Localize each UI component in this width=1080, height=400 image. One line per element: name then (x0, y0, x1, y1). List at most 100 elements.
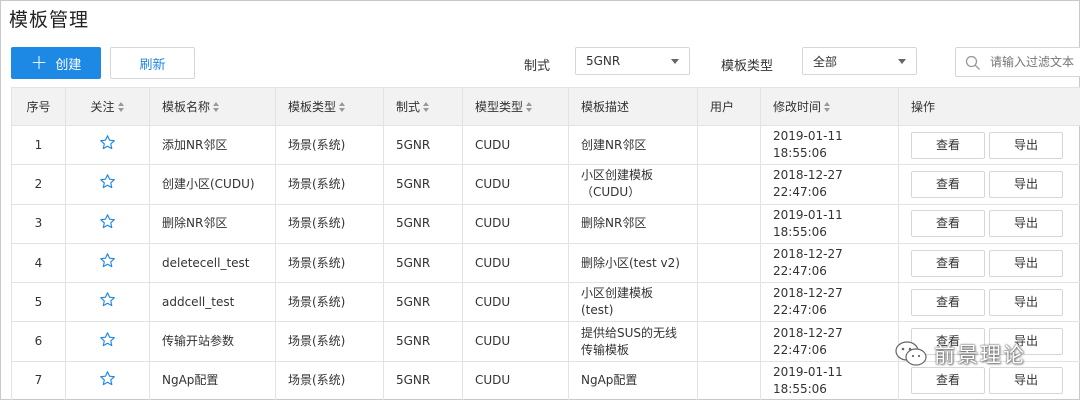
cell-description: NgAp配置 (568, 360, 698, 400)
cell-user (697, 282, 761, 323)
cell-model-type: CUDU (462, 124, 569, 166)
cell-modified: 2019-01-11 18:55:06 (760, 124, 899, 166)
cell-template-type: 场景(系统) (275, 164, 384, 205)
cell-name: NgAp配置 (149, 360, 276, 400)
page-title: 模板管理 (9, 9, 90, 31)
col-header-modified[interactable]: 修改时间 (760, 87, 899, 126)
cell-actions: 查看 导出 (898, 282, 1080, 323)
star-outline-icon[interactable] (99, 134, 116, 151)
cell-follow (65, 203, 150, 244)
table-row: 6 传输开站参数 场景(系统) 5GNR CUDU 提供给SUS的无线 传输模板 2018-… (11, 321, 1080, 362)
cell-actions: 查看 导出 (898, 242, 1080, 284)
export-button[interactable]: 导出 (989, 210, 1063, 238)
table-row: 1 添加NR邻区 场景(系统) 5GNR CUDU 创建NR邻区 2019-01-11 18… (11, 124, 1080, 166)
cell-actions: 查看 导出 (898, 203, 1080, 244)
cell-actions: 查看 导出 (898, 360, 1080, 400)
refresh-button-label: 刷新 (139, 57, 166, 73)
cell-name: deletecell_test (149, 242, 276, 284)
cell-index: 7 (11, 360, 66, 400)
cell-follow (65, 124, 150, 166)
templates-table-container: 序号 关注 模板名称 模板类型 制式 模型类型 模板描述 用户 修改时间 操作 … (11, 87, 1080, 400)
star-outline-icon[interactable] (99, 173, 116, 190)
cell-modified: 2018-12-27 22:47:06 (760, 282, 899, 323)
col-header-format[interactable]: 制式 (383, 87, 463, 126)
view-button[interactable]: 查看 (911, 367, 985, 395)
view-button[interactable]: 查看 (911, 328, 985, 356)
export-button[interactable]: 导出 (989, 170, 1063, 198)
export-button[interactable]: 导出 (989, 288, 1063, 316)
cell-index: 6 (11, 321, 66, 362)
sort-icon[interactable] (526, 101, 533, 112)
star-outline-icon[interactable] (99, 331, 116, 348)
cell-index: 1 (11, 124, 66, 166)
table-row: 5 addcell_test 场景(系统) 5GNR CUDU 小区创建模板 (test)… (11, 282, 1080, 323)
cell-description: 提供给SUS的无线 传输模板 (568, 321, 698, 362)
table-row: 2 创建小区(CUDU) 场景(系统) 5GNR CUDU 小区创建模板 （CUDU） 20… (11, 164, 1080, 205)
sort-icon[interactable] (423, 101, 430, 112)
export-button[interactable]: 导出 (989, 367, 1063, 395)
cell-user (697, 124, 761, 166)
col-header-user: 用户 (697, 87, 761, 126)
cell-format: 5GNR (383, 124, 463, 166)
cell-format: 5GNR (383, 203, 463, 244)
cell-format: 5GNR (383, 321, 463, 362)
star-outline-icon[interactable] (99, 370, 116, 387)
cell-model-type: CUDU (462, 203, 569, 244)
view-button[interactable]: 查看 (911, 210, 985, 238)
template-type-select-value: 全部 (813, 54, 838, 69)
col-header-name[interactable]: 模板名称 (149, 87, 276, 126)
cell-name: 创建小区(CUDU) (149, 164, 276, 205)
sort-icon[interactable] (117, 101, 125, 112)
cell-index: 3 (11, 203, 66, 244)
cell-follow (65, 282, 150, 323)
cell-modified: 2018-12-27 22:47:06 (760, 242, 899, 284)
star-outline-icon[interactable] (99, 291, 116, 308)
search-input[interactable] (990, 55, 1080, 69)
view-button[interactable]: 查看 (911, 131, 985, 159)
col-header-index: 序号 (11, 87, 66, 126)
sort-icon[interactable] (824, 101, 831, 112)
sort-icon[interactable] (339, 101, 346, 112)
format-select-value: 5GNR (586, 54, 621, 68)
sort-icon[interactable] (213, 101, 220, 112)
star-outline-icon[interactable] (99, 213, 116, 230)
table-header-row: 序号 关注 模板名称 模板类型 制式 模型类型 模板描述 用户 修改时间 操作 (11, 87, 1080, 126)
col-header-model-type[interactable]: 模型类型 (462, 87, 569, 126)
search-box[interactable] (955, 47, 1080, 77)
cell-modified: 2019-01-11 18:55:06 (760, 360, 899, 400)
cell-template-type: 场景(系统) (275, 203, 384, 244)
cell-actions: 查看 导出 (898, 164, 1080, 205)
cell-description: 创建NR邻区 (568, 124, 698, 166)
cell-description: 删除小区(test v2) (568, 242, 698, 284)
view-button[interactable]: 查看 (911, 288, 985, 316)
col-header-follow[interactable]: 关注 (65, 87, 150, 126)
export-button[interactable]: 导出 (989, 249, 1063, 277)
template-type-select[interactable]: 全部 (802, 47, 917, 75)
plus-icon: + (30, 50, 48, 74)
cell-name: 添加NR邻区 (149, 124, 276, 166)
cell-description: 小区创建模板 (test) (568, 282, 698, 323)
view-button[interactable]: 查看 (911, 170, 985, 198)
export-button[interactable]: 导出 (989, 328, 1063, 356)
star-outline-icon[interactable] (99, 252, 116, 269)
cell-format: 5GNR (383, 242, 463, 284)
cell-user (697, 242, 761, 284)
table-row: 7 NgAp配置 场景(系统) 5GNR CUDU NgAp配置 2019-01-11 18… (11, 360, 1080, 400)
cell-model-type: CUDU (462, 282, 569, 323)
cell-model-type: CUDU (462, 242, 569, 284)
cell-user (697, 203, 761, 244)
create-button-label: 创建 (55, 57, 82, 73)
cell-follow (65, 360, 150, 400)
cell-user (697, 360, 761, 400)
view-button[interactable]: 查看 (911, 249, 985, 277)
col-header-actions: 操作 (898, 87, 1080, 126)
cell-template-type: 场景(系统) (275, 124, 384, 166)
refresh-button[interactable]: 刷新 (110, 47, 195, 79)
col-header-template-type[interactable]: 模板类型 (275, 87, 384, 126)
format-select[interactable]: 5GNR (575, 47, 690, 75)
cell-model-type: CUDU (462, 164, 569, 205)
chevron-down-icon (898, 59, 906, 64)
create-button[interactable]: + 创建 (11, 47, 101, 79)
export-button[interactable]: 导出 (989, 131, 1063, 159)
cell-name: 删除NR邻区 (149, 203, 276, 244)
